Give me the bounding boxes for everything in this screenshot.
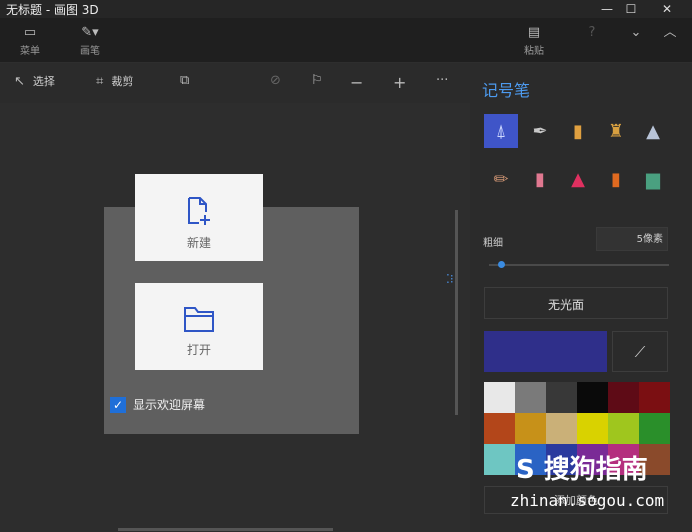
minus-icon: −	[350, 73, 364, 92]
color-swatch[interactable]	[639, 382, 670, 413]
crayon-button[interactable]: ▲	[561, 162, 595, 196]
zoom-in-button[interactable]: +	[393, 73, 406, 92]
color-swatch[interactable]	[639, 413, 670, 444]
brushes-button[interactable]: ✎▾ 画笔	[70, 24, 110, 60]
checkmark-icon: ✓	[110, 396, 126, 413]
flag-icon: ⚐	[311, 73, 323, 88]
color-swatch[interactable]	[484, 382, 515, 413]
new-file-icon	[188, 197, 210, 225]
show-welcome-checkbox[interactable]: ✓ 显示欢迎屏幕	[110, 396, 205, 413]
magic-select-icon: ⧉	[180, 73, 190, 88]
color-swatch[interactable]	[484, 413, 515, 444]
eyedropper-button[interactable]: ⟋	[612, 331, 668, 372]
watercolor-icon: ♜	[607, 120, 625, 142]
marker-brush-button[interactable]: ⍋	[484, 114, 518, 148]
maximize-button[interactable]: ☐	[614, 0, 648, 18]
marker-icon: ⍋	[495, 120, 507, 142]
color-swatch[interactable]	[515, 413, 546, 444]
fill-bucket-button[interactable]: ▆	[636, 162, 670, 196]
chevron-down-icon: ⌄	[548, 294, 559, 308]
pencil-icon: ✏	[493, 168, 509, 190]
color-swatch[interactable]	[577, 382, 608, 413]
command-bar: ▭ 菜单 ✎▾ 画笔 ▤ 粘贴 ? ⌄ ︿	[0, 18, 692, 63]
watermark-site: zhinan.sogou.com	[510, 491, 665, 510]
color-swatch[interactable]	[546, 413, 577, 444]
close-button[interactable]: ✕	[650, 0, 684, 18]
loading-spinner-icon: ⁚⁝	[446, 272, 454, 286]
oil-brush-icon: ▮	[573, 120, 583, 142]
crop-tool[interactable]: ⌗ 裁剪	[96, 73, 133, 89]
folder-open-icon	[184, 307, 214, 332]
sogou-watermark: S 搜狗指南 zhinan.sogou.com	[510, 445, 690, 525]
folder-icon: ▭	[23, 25, 37, 40]
thickness-slider[interactable]	[489, 264, 669, 266]
menu-button[interactable]: ▭ 菜单	[10, 24, 50, 60]
watermark-logo: S 搜狗指南	[516, 455, 648, 485]
tool-bar: ↖ 选择 ⌗ 裁剪 ⧉ ⊘ ⚐ − + ···	[0, 63, 470, 103]
chevron-up-icon: ︿	[663, 25, 677, 40]
cursor-icon: ↖	[14, 73, 25, 89]
watercolor-button[interactable]: ♜	[599, 114, 633, 148]
oil-brush-button[interactable]: ▮	[561, 114, 595, 148]
vertical-scrollbar[interactable]	[455, 210, 458, 415]
window-title: 无标题 - 画图 3D	[6, 3, 99, 17]
finish-dropdown[interactable]: 无光面 ⌄	[484, 287, 668, 319]
ellipsis-icon: ···	[436, 73, 449, 88]
title-bar: 无标题 - 画图 3D — ☐ ✕	[0, 0, 692, 18]
calligraphy-pen-button[interactable]: ✒	[523, 114, 557, 148]
thickness-value-field[interactable]: 5像素	[596, 227, 668, 251]
plus-icon: +	[393, 73, 407, 92]
paste-button[interactable]: ▤ 粘贴	[514, 24, 554, 60]
brush-icon: ✎▾	[81, 25, 99, 40]
grid-off-icon: ⊘	[270, 73, 281, 88]
color-swatch[interactable]	[515, 382, 546, 413]
color-swatch[interactable]	[608, 382, 639, 413]
more-options-button[interactable]: ···	[436, 73, 448, 88]
eraser-button[interactable]: ▮	[523, 162, 557, 196]
flag-tool[interactable]: ⚐	[311, 73, 323, 88]
open-label: 打开	[186, 343, 211, 357]
new-button[interactable]: 新建	[135, 174, 263, 261]
panel-title: 记号笔	[482, 81, 531, 100]
horizontal-scrollbar[interactable]	[118, 528, 333, 531]
new-label: 新建	[186, 236, 211, 250]
magic-select-tool[interactable]: ⧉	[180, 73, 189, 88]
open-button[interactable]: 打开	[135, 283, 263, 370]
no-grid-tool[interactable]: ⊘	[270, 73, 281, 88]
color-swatch[interactable]	[546, 382, 577, 413]
zoom-out-button[interactable]: −	[350, 73, 363, 92]
color-swatch[interactable]	[577, 413, 608, 444]
color-swatch[interactable]	[608, 413, 639, 444]
select-tool[interactable]: ↖ 选择	[14, 73, 55, 89]
pencil-button[interactable]: ✏	[484, 162, 518, 196]
calligraphy-pen-icon: ✒	[532, 120, 548, 142]
eyedropper-icon: ⟋	[634, 342, 646, 361]
thickness-label: 粗细	[483, 238, 503, 249]
crayon-icon: ▲	[571, 168, 585, 190]
help-button[interactable]: ?	[572, 24, 612, 60]
pixel-pen-button[interactable]: ▲	[636, 114, 670, 148]
spray-can-button[interactable]: ▮	[599, 162, 633, 196]
spray-can-icon: ▮	[611, 168, 621, 190]
eraser-icon: ▮	[535, 168, 545, 190]
clipboard-icon: ▤	[527, 25, 541, 40]
fill-bucket-icon: ▆	[646, 168, 660, 190]
thickness-slider-thumb[interactable]	[498, 261, 505, 268]
collapse-button[interactable]: ︿	[650, 24, 690, 60]
question-icon: ?	[588, 25, 596, 40]
current-color-swatch[interactable]	[484, 331, 607, 372]
pixel-pen-icon: ▲	[646, 120, 660, 142]
crop-icon: ⌗	[96, 73, 104, 89]
